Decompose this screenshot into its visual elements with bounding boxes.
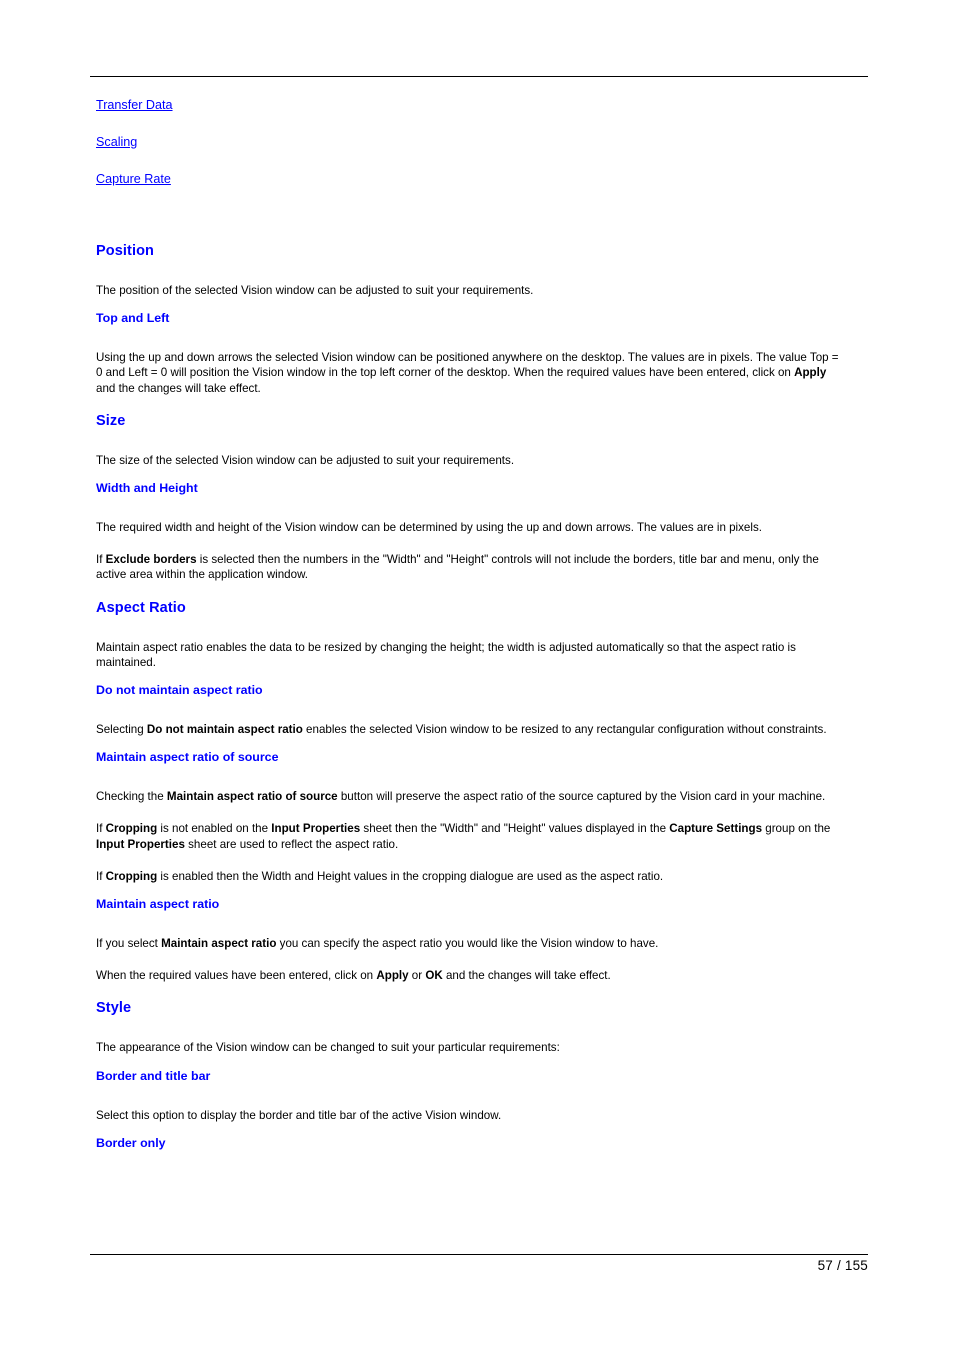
text-run: Checking the bbox=[96, 790, 167, 804]
heading-maintain-aspect-ratio-of-source: Maintain aspect ratio of source bbox=[96, 750, 279, 765]
paragraph-border-and-title-bar: Select this option to display the border… bbox=[96, 1108, 502, 1122]
paragraph-maintain-aspect-ratio: If you select Maintain aspect ratio you … bbox=[96, 936, 848, 951]
text-run: sheet then the "Width" and "Height" valu… bbox=[360, 822, 670, 836]
text-run: or bbox=[408, 969, 426, 983]
bold-input-properties-2: Input Properties bbox=[96, 837, 185, 851]
paragraph-do-not-maintain-aspect-ratio: Selecting Do not maintain aspect ratio e… bbox=[96, 722, 848, 737]
heading-aspect-ratio: Aspect Ratio bbox=[96, 599, 186, 616]
paragraph-cropping-not-enabled: If Cropping is not enabled on the Input … bbox=[96, 821, 848, 851]
bold-input-properties: Input Properties bbox=[271, 822, 361, 836]
text-run: and the changes will take effect. bbox=[442, 969, 611, 983]
link-transfer-data[interactable]: Transfer Data bbox=[96, 98, 173, 112]
text-run: If bbox=[96, 822, 106, 836]
page-number: 57 / 155 bbox=[817, 1258, 868, 1273]
bold-do-not-maintain-aspect-ratio: Do not maintain aspect ratio bbox=[146, 723, 303, 737]
text-run: If bbox=[96, 869, 106, 883]
text-run: When the required values have been enter… bbox=[96, 969, 377, 983]
paragraph-apply-or-ok: When the required values have been enter… bbox=[96, 968, 848, 983]
text-run: is selected then the numbers in the "Wid… bbox=[96, 553, 819, 582]
bold-apply-2: Apply bbox=[376, 969, 409, 983]
document-page: Transfer Data Scaling Capture Rate Posit… bbox=[0, 0, 954, 1351]
document-body: Transfer Data Scaling Capture Rate Posit… bbox=[96, 96, 848, 1151]
bold-maintain-aspect-ratio-of-source: Maintain aspect ratio of source bbox=[166, 790, 338, 804]
text-run: you can specify the aspect ratio you wou… bbox=[276, 937, 659, 951]
footer-divider bbox=[90, 1254, 868, 1255]
text-run: If bbox=[96, 553, 106, 567]
paragraph-cropping-enabled: If Cropping is enabled then the Width an… bbox=[96, 869, 848, 884]
paragraph-position-intro: The position of the selected Vision wind… bbox=[96, 284, 534, 297]
heading-size: Size bbox=[96, 412, 126, 429]
text-run: Using the up and down arrows the selecte… bbox=[96, 351, 839, 380]
text-run: If you select bbox=[96, 937, 162, 951]
bold-exclude-borders: Exclude borders bbox=[105, 553, 197, 567]
link-capture-rate[interactable]: Capture Rate bbox=[96, 172, 171, 186]
paragraph-aspect-ratio-intro: Maintain aspect ratio enables the data t… bbox=[96, 640, 796, 669]
bold-maintain-aspect-ratio: Maintain aspect ratio bbox=[161, 937, 277, 951]
heading-position: Position bbox=[96, 243, 154, 259]
header-divider bbox=[90, 76, 868, 77]
bold-cropping: Cropping bbox=[105, 822, 158, 836]
text-run: enables the selected Vision window to be… bbox=[302, 723, 827, 737]
text-run: is not enabled on the bbox=[157, 822, 272, 836]
text-run: sheet are used to reflect the aspect rat… bbox=[184, 837, 399, 851]
heading-style: Style bbox=[96, 1000, 132, 1017]
paragraph-exclude-borders: If Exclude borders is selected then the … bbox=[96, 552, 848, 582]
paragraph-maintain-aspect-ratio-of-source: Checking the Maintain aspect ratio of so… bbox=[96, 789, 848, 804]
bold-apply: Apply bbox=[794, 366, 827, 380]
paragraph-width-and-height: The required width and height of the Vis… bbox=[96, 521, 762, 535]
paragraph-size-intro: The size of the selected Vision window c… bbox=[96, 453, 515, 467]
heading-maintain-aspect-ratio: Maintain aspect ratio bbox=[96, 897, 220, 912]
heading-border-only: Border only bbox=[96, 1135, 166, 1150]
bold-capture-settings: Capture Settings bbox=[669, 822, 763, 836]
bold-cropping-2: Cropping bbox=[105, 869, 158, 883]
heading-border-and-title-bar: Border and title bar bbox=[96, 1068, 211, 1083]
paragraph-top-and-left: Using the up and down arrows the selecte… bbox=[96, 350, 848, 396]
bold-ok: OK bbox=[425, 969, 443, 983]
text-run: and the changes will take effect. bbox=[96, 381, 261, 395]
text-run: group on the bbox=[762, 822, 831, 836]
text-run: Selecting bbox=[96, 723, 147, 737]
text-run: is enabled then the Width and Height val… bbox=[157, 869, 664, 883]
heading-do-not-maintain-aspect-ratio: Do not maintain aspect ratio bbox=[96, 683, 263, 698]
paragraph-style-intro: The appearance of the Vision window can … bbox=[96, 1041, 560, 1055]
heading-width-and-height: Width and Height bbox=[96, 481, 198, 496]
text-run: button will preserve the aspect ratio of… bbox=[337, 790, 826, 804]
link-scaling[interactable]: Scaling bbox=[96, 135, 137, 149]
heading-top-and-left: Top and Left bbox=[96, 311, 170, 326]
